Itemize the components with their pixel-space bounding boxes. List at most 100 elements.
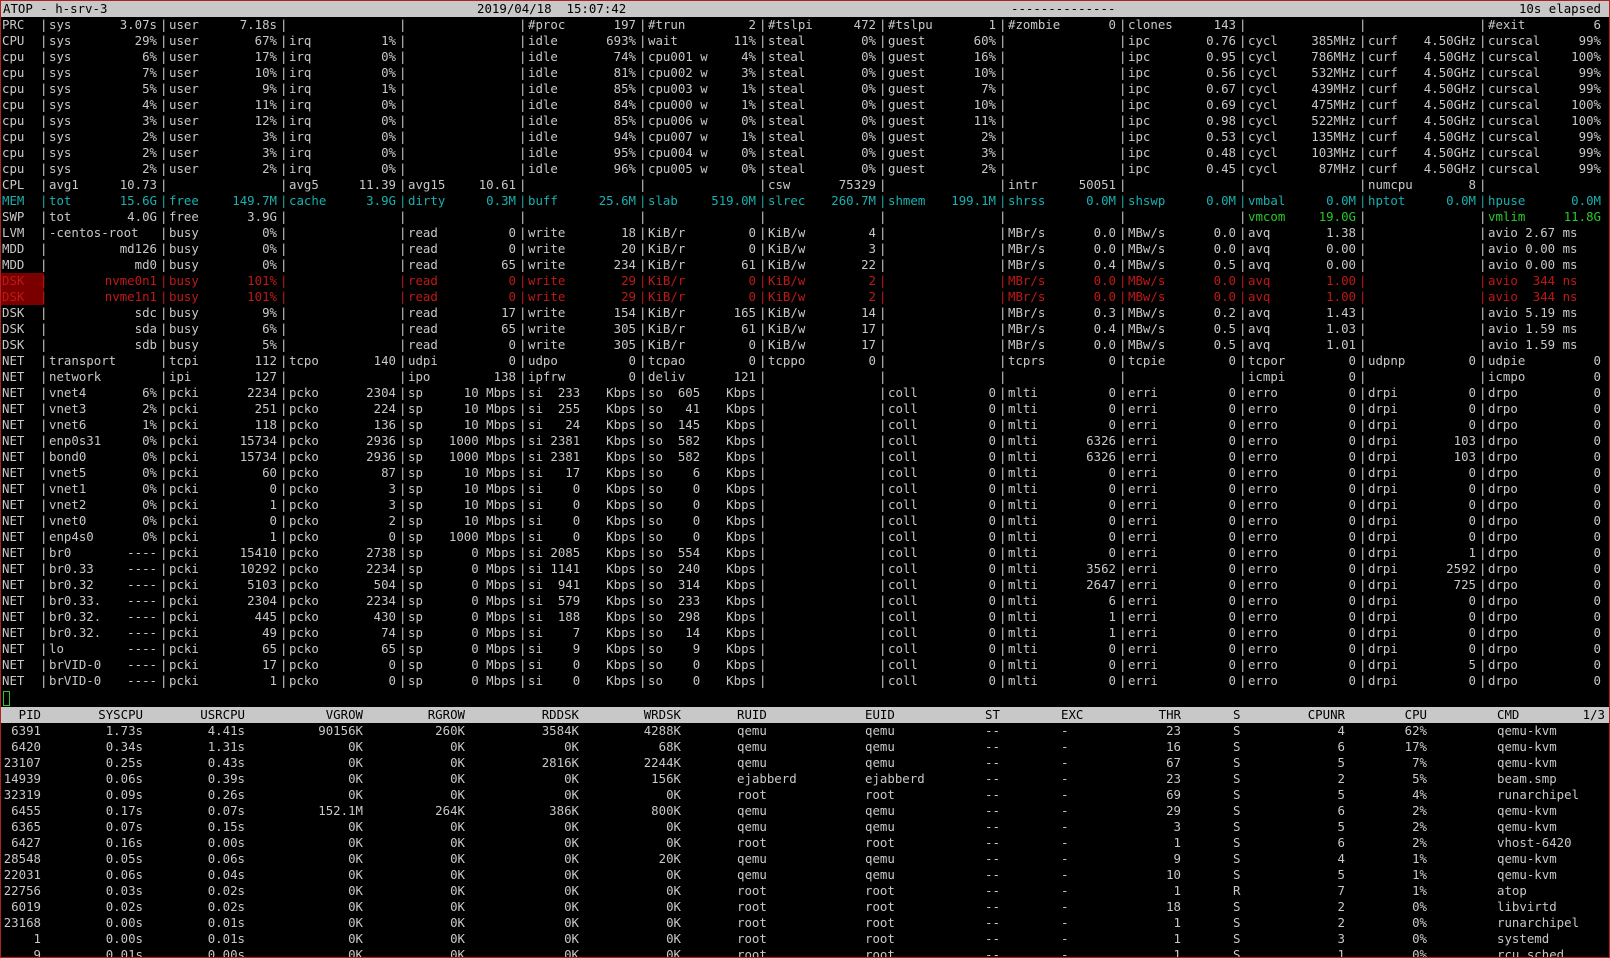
stat-key: cycl: [1248, 49, 1278, 64]
stat-value: 0: [1228, 593, 1236, 608]
stat-key: user: [169, 161, 199, 176]
table-row[interactable]: 6019 0.02s 0.02s 0K 0K 0K 0K root root -- -18 S 2 0% l…: [1, 899, 1609, 915]
stat-value: 0: [1593, 353, 1601, 368]
stat-key: cycl: [1248, 81, 1278, 96]
stat-value: 0: [1348, 513, 1356, 528]
column-header-cpu: CPU: [1404, 707, 1427, 722]
cell-syscpu: 0.00s: [105, 915, 143, 930]
stat-key: pcko: [289, 641, 319, 656]
stat-value: 0%: [381, 161, 396, 176]
stat-key: user: [169, 33, 199, 48]
cell-vgrow: 152.1M: [318, 803, 363, 818]
table-row[interactable]: 22756 0.03s 0.02s 0K 0K 0K 0K root root -- -1 R 7 1% a…: [1, 883, 1609, 899]
cell-syscpu: 0.03s: [105, 883, 143, 898]
cell-cpu: 5%: [1412, 771, 1427, 786]
cell-thr: 16: [1166, 739, 1181, 754]
table-row[interactable]: 23107 0.25s 0.43s 0K 0K 2816K 2244K qemu qemu -- -…: [1, 755, 1609, 771]
stat-key: write: [528, 321, 566, 336]
stat-key: sp: [408, 625, 423, 640]
stat-key: pcko: [289, 513, 319, 528]
stat-value: 0 Mbps: [471, 673, 516, 688]
stat-key: guest: [888, 113, 926, 128]
stat-value: Kbps: [606, 513, 636, 528]
stat-key: drpi: [1368, 625, 1398, 640]
table-row[interactable]: 32319 0.09s 0.26s 0K 0K 0K 0K root root -- -69 S 5 4%…: [1, 787, 1609, 803]
cell-rddsk: 0K: [564, 931, 579, 946]
stat-value: 4%: [741, 49, 756, 64]
stat-key: mlti: [1008, 561, 1038, 576]
stat-key: curf: [1368, 97, 1398, 112]
stat-row-label: CPL: [2, 177, 25, 192]
stat-key: guest: [888, 81, 926, 96]
stat-value: 15.6G: [119, 193, 157, 208]
stat-value: 0.56: [1206, 65, 1236, 80]
stat-key: si 1141: [528, 561, 581, 576]
stat-value: 0.3M: [486, 193, 516, 208]
cell-pid: 32319: [3, 787, 41, 802]
stat-value: 9%: [262, 81, 277, 96]
stat-value: 10 Mbps: [463, 513, 516, 528]
stat-key: KiB/w: [768, 337, 806, 352]
stat-value: 103: [1453, 449, 1476, 464]
table-row[interactable]: 23168 0.00s 0.01s 0K 0K 0K 0K root root -- -1 S 2 0% r…: [1, 915, 1609, 931]
cell-pid: 6365: [11, 819, 41, 834]
cell-syscpu: 0.00s: [105, 931, 143, 946]
cell-cmd: beam.smp: [1497, 771, 1557, 786]
cell-wrdsk: 4288K: [643, 723, 681, 738]
stat-value: 0.0: [1213, 225, 1236, 240]
table-row[interactable]: 6455 0.17s 0.07s 152.1M 264K 386K 800K qemu qemu…: [1, 803, 1609, 819]
title-bar: ATOP - h-srv-3 2019/04/18 15:07:42 -----…: [1, 1, 1609, 17]
stat-value: 0: [508, 241, 516, 256]
stat-key: coll: [888, 481, 918, 496]
cell-usrcpu: 0.06s: [207, 851, 245, 866]
stat-key: MBr/s: [1008, 289, 1046, 304]
cell-exc: -: [1061, 931, 1069, 946]
stat-key: coll: [888, 513, 918, 528]
stat-value: 1.38: [1326, 225, 1356, 240]
stat-key: erro: [1248, 417, 1278, 432]
stat-value: 0: [508, 353, 516, 368]
stat-key: si 2381: [528, 433, 581, 448]
stat-key: steal: [768, 49, 806, 64]
stat-key: mlti: [1008, 465, 1038, 480]
stat-key: sp: [408, 433, 423, 448]
stat-key: avg1: [49, 177, 79, 192]
stat-key: pcko: [289, 449, 319, 464]
cell-cpu: 62%: [1404, 723, 1427, 738]
stat-value: 2936: [366, 449, 396, 464]
stat-value: 0: [1348, 657, 1356, 672]
stat-key: guest: [888, 129, 926, 144]
stat-value: 0: [1348, 385, 1356, 400]
table-row[interactable]: 9 0.01s 0.00s 0K 0K 0K 0K root root -- -1 S 1 0% rcu_s…: [1, 947, 1609, 958]
stat-value: 0: [1468, 673, 1476, 688]
table-row[interactable]: 6427 0.16s 0.00s 0K 0K 0K 0K root root -- -1 S 6 2% vh…: [1, 835, 1609, 851]
stat-value: sdb: [134, 337, 157, 352]
stat-key: tcpo: [289, 353, 319, 368]
cell-euid: qemu: [865, 867, 895, 882]
table-row[interactable]: 6391 1.73s 4.41s 90156K 260K 3584K 4288K qemu qe…: [1, 723, 1609, 739]
table-row[interactable]: 14939 0.06s 0.39s 0K 0K 0K 156K ejabberd ejabber…: [1, 771, 1609, 787]
table-row[interactable]: 6365 0.07s 0.15s 0K 0K 0K 0K qemu qemu -- -3 S 5 2% qe…: [1, 819, 1609, 835]
cell-euid: root: [865, 931, 895, 946]
stat-row-label: NET: [2, 465, 25, 480]
stat-key: pcki: [169, 417, 199, 432]
cell-thr: 1: [1173, 883, 1181, 898]
stat-value: 0: [1228, 561, 1236, 576]
table-row[interactable]: 1 0.00s 0.01s 0K 0K 0K 0K root root -- -1 S 3 0% syste…: [1, 931, 1609, 947]
cell-st: --: [985, 899, 1000, 914]
stat-value: 5%: [142, 81, 157, 96]
cell-s: S: [1233, 899, 1241, 914]
table-row[interactable]: 22031 0.06s 0.04s 0K 0K 0K 0K qemu qemu -- -10 S 5 1%…: [1, 867, 1609, 883]
cell-rddsk: 0K: [564, 899, 579, 914]
column-header-syscpu: SYSCPU: [98, 707, 143, 722]
cell-usrcpu: 0.00s: [207, 947, 245, 958]
table-row[interactable]: 28548 0.05s 0.06s 0K 0K 0K 20K qemu qemu -- -9 S 4 1%…: [1, 851, 1609, 867]
stat-value: 0: [748, 241, 756, 256]
stat-value: 0: [1348, 545, 1356, 560]
stat-row-mdd: MDD md126 busy 0% read 0 write 20 KiB/r 0 KiB/w 3 MB…: [1, 241, 1609, 257]
stat-key: so 554: [648, 545, 701, 560]
stat-value: 0: [1228, 465, 1236, 480]
stat-key: vmlim: [1488, 209, 1526, 224]
cell-s: S: [1233, 739, 1241, 754]
table-row[interactable]: 6420 0.34s 1.31s 0K 0K 0K 68K qemu qemu -- -16 S 6 17…: [1, 739, 1609, 755]
